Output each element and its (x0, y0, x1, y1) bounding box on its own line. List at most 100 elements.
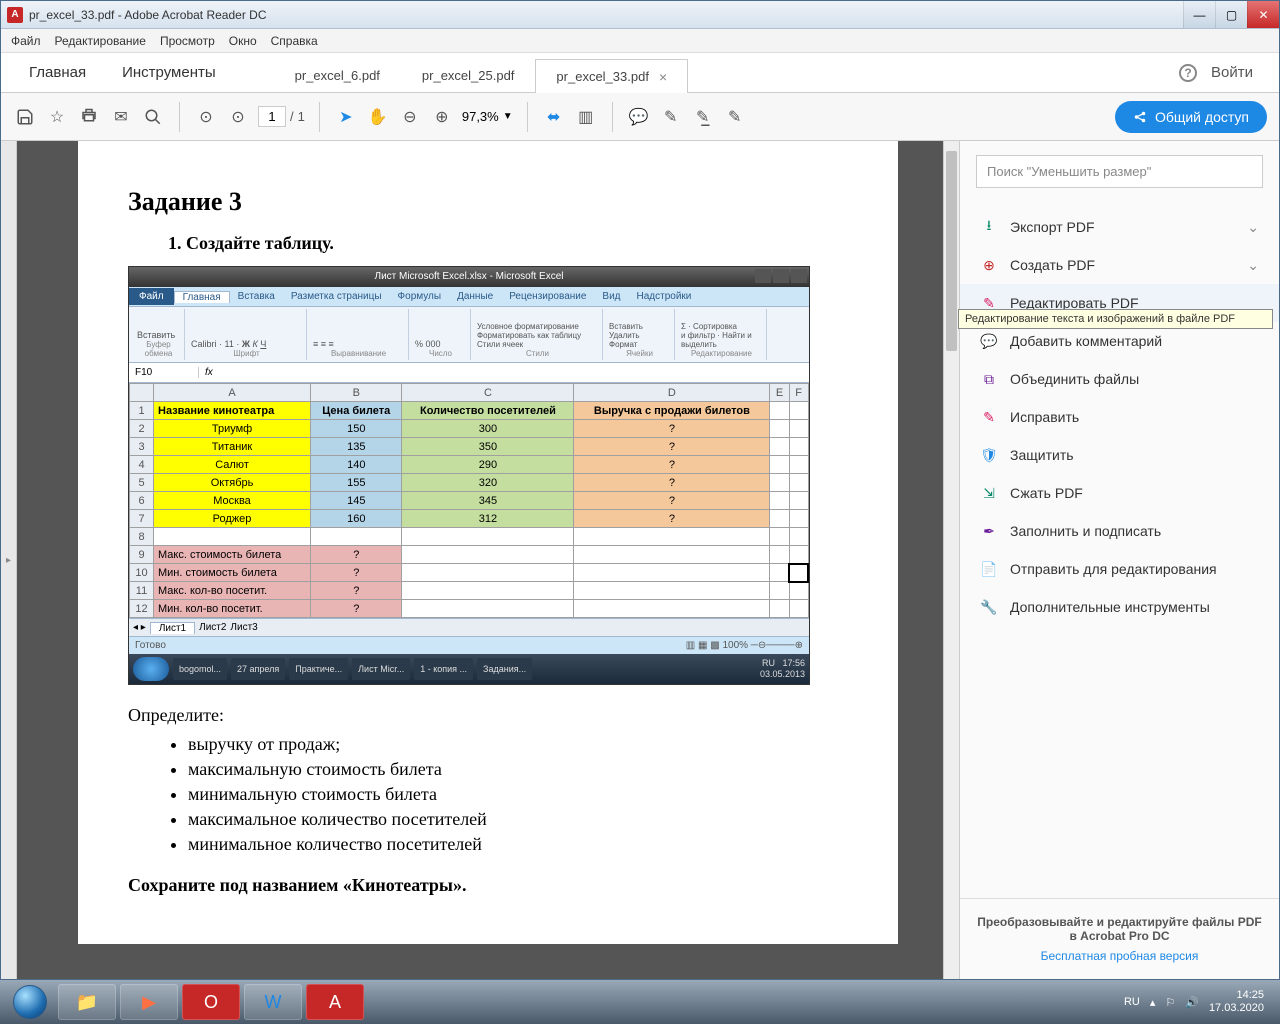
fit-page-icon[interactable]: ▥ (574, 105, 598, 129)
zoom-select[interactable]: 97,3% ▼ (462, 109, 513, 124)
export-pdf-icon: ⭳ (980, 218, 998, 236)
doc-step: 1. Создайте таблицу. (168, 233, 848, 254)
windows-orb-icon (13, 985, 47, 1019)
mail-icon[interactable]: ✉ (109, 105, 133, 129)
doc-tab[interactable]: pr_excel_25.pdf (401, 58, 536, 92)
doc-text: Определите: (128, 705, 848, 726)
page-down-icon[interactable]: ⊙ (226, 105, 250, 129)
doc-save-text: Сохраните под названием «Кинотеатры». (128, 875, 848, 896)
minimize-button[interactable]: — (1183, 1, 1215, 28)
excel-status-bar: Готово ▥ ▦ ▩ 100% ─⊖────⊕ (129, 636, 809, 654)
tools-item-export[interactable]: ⭳Экспорт PDF⌄ (960, 208, 1279, 246)
tab-home[interactable]: Главная (11, 64, 104, 81)
maximize-button[interactable]: ▢ (1215, 1, 1247, 28)
comment-icon: 💬 (980, 332, 998, 350)
tools-item-combine[interactable]: ⧉Объединить файлы (960, 360, 1279, 398)
login-button[interactable]: Войти (1211, 64, 1253, 81)
page-indicator: / 1 (258, 106, 305, 127)
tools-item-protect[interactable]: 🛡Защитить (960, 436, 1279, 474)
tab-tools[interactable]: Инструменты (104, 64, 234, 81)
vertical-scrollbar[interactable] (943, 141, 959, 979)
taskbar-app-opera[interactable]: O (182, 984, 240, 1020)
taskbar-app-acrobat[interactable]: A (306, 984, 364, 1020)
tools-item-fill-sign[interactable]: ✒Заполнить и подписать (960, 512, 1279, 550)
wrench-icon: 🔧 (980, 598, 998, 616)
close-button[interactable]: ✕ (1247, 1, 1279, 28)
tooltip: Редактирование текста и изображений в фа… (958, 309, 1273, 329)
tools-item-redact[interactable]: ✎Исправить (960, 398, 1279, 436)
zoom-in-icon[interactable]: ⊕ (430, 105, 454, 129)
excel-ribbon-tabs: Файл Главная Вставка Разметка страницы Ф… (129, 287, 809, 307)
trial-link[interactable]: Бесплатная пробная версия (976, 949, 1263, 963)
send-icon: 📄 (980, 560, 998, 578)
pdf-page: Задание 3 1. Создайте таблицу. Лист Micr… (78, 141, 898, 944)
doc-tab[interactable]: pr_excel_6.pdf (274, 58, 401, 92)
stamp-icon[interactable]: ✎ (723, 105, 747, 129)
doc-tab-active[interactable]: pr_excel_33.pdf× (535, 59, 688, 93)
search-icon[interactable] (141, 105, 165, 129)
titlebar: A pr_excel_33.pdf - Adobe Acrobat Reader… (1, 1, 1279, 29)
app-icon: A (7, 7, 23, 23)
print-icon[interactable] (77, 105, 101, 129)
zoom-out-icon[interactable]: ⊖ (398, 105, 422, 129)
doc-heading: Задание 3 (128, 187, 848, 217)
create-pdf-icon: ⊕ (980, 256, 998, 274)
page-input[interactable] (258, 106, 286, 127)
highlight-icon[interactable]: ✎ (659, 105, 683, 129)
tray-flag-icon[interactable]: ⚐ (1165, 996, 1175, 1009)
doc-bullet-list: выручку от продаж; максимальную стоимост… (188, 734, 848, 855)
excel-grid: ABCDEF 1Название кинотеатраЦена билетаКо… (129, 383, 809, 618)
left-sidebar-collapsed[interactable]: ▸ (1, 141, 17, 979)
excel-sheet-tabs: ◂ ▸ Лист1Лист2Лист3 (129, 618, 809, 636)
tab-bar: Главная Инструменты pr_excel_6.pdf pr_ex… (1, 53, 1279, 93)
chevron-down-icon: ⌄ (1247, 219, 1259, 236)
redact-icon: ✎ (980, 408, 998, 426)
menu-view[interactable]: Просмотр (160, 34, 215, 48)
comment-icon[interactable]: 💬 (627, 105, 651, 129)
excel-titlebar: Лист Microsoft Excel.xlsx - Microsoft Ex… (129, 267, 809, 287)
tools-search[interactable]: Поиск "Уменьшить размер" (976, 155, 1263, 188)
tools-footer: Преобразовывайте и редактируйте файлы PD… (960, 898, 1279, 979)
tools-item-send[interactable]: 📄Отправить для редактирования (960, 550, 1279, 588)
excel-formula-bar: F10 fx (129, 363, 809, 383)
sign-icon[interactable]: ✎̲ (691, 105, 715, 129)
tools-panel: Поиск "Уменьшить размер" Редактирование … (959, 141, 1279, 979)
excel-embedded-taskbar: bogomol... 27 апреля Практиче... Лист Mi… (129, 654, 809, 684)
main-area: ▸ Задание 3 1. Создайте таблицу. Лист Mi… (1, 141, 1279, 979)
menu-help[interactable]: Справка (271, 34, 318, 48)
shield-icon: 🛡 (980, 446, 998, 464)
windows-taskbar: 📁 ▶ O W A RU ▴ ⚐ 🔊 14:25 17.03.2020 (0, 980, 1280, 1024)
start-button[interactable] (6, 984, 54, 1020)
document-viewport[interactable]: Задание 3 1. Создайте таблицу. Лист Micr… (17, 141, 959, 979)
fit-width-icon[interactable]: ⬌ (542, 105, 566, 129)
menubar: Файл Редактирование Просмотр Окно Справк… (1, 29, 1279, 53)
app-window: A pr_excel_33.pdf - Adobe Acrobat Reader… (0, 0, 1280, 980)
chevron-down-icon: ⌄ (1247, 257, 1259, 274)
tray-clock[interactable]: 14:25 17.03.2020 (1209, 989, 1264, 1015)
menu-edit[interactable]: Редактирование (55, 34, 146, 48)
tools-item-compress[interactable]: ⇲Сжать PDF (960, 474, 1279, 512)
tray-volume-icon[interactable]: 🔊 (1185, 996, 1199, 1009)
menu-window[interactable]: Окно (229, 34, 257, 48)
help-icon[interactable]: ? (1179, 64, 1197, 82)
tab-close-icon[interactable]: × (659, 69, 667, 85)
excel-ribbon: ВставитьБуфер обмена Calibri · 11 · Ж К … (129, 307, 809, 363)
hand-icon[interactable]: ✋ (366, 105, 390, 129)
star-icon[interactable]: ☆ (45, 105, 69, 129)
pointer-icon[interactable]: ➤ (334, 105, 358, 129)
system-tray[interactable]: RU ▴ ⚐ 🔊 14:25 17.03.2020 (1124, 989, 1274, 1015)
tray-lang[interactable]: RU (1124, 996, 1140, 1008)
tray-chevron-icon[interactable]: ▴ (1150, 996, 1156, 1009)
taskbar-app-explorer[interactable]: 📁 (58, 984, 116, 1020)
taskbar-app-media[interactable]: ▶ (120, 984, 178, 1020)
tools-item-create[interactable]: ⊕Создать PDF⌄ (960, 246, 1279, 284)
tools-item-more[interactable]: 🔧Дополнительные инструменты (960, 588, 1279, 626)
sign-icon: ✒ (980, 522, 998, 540)
combine-icon: ⧉ (980, 370, 998, 388)
excel-screenshot: Лист Microsoft Excel.xlsx - Microsoft Ex… (128, 266, 810, 685)
save-icon[interactable] (13, 105, 37, 129)
taskbar-app-word[interactable]: W (244, 984, 302, 1020)
menu-file[interactable]: Файл (11, 34, 41, 48)
share-button[interactable]: Общий доступ (1115, 101, 1267, 133)
page-up-icon[interactable]: ⊙ (194, 105, 218, 129)
